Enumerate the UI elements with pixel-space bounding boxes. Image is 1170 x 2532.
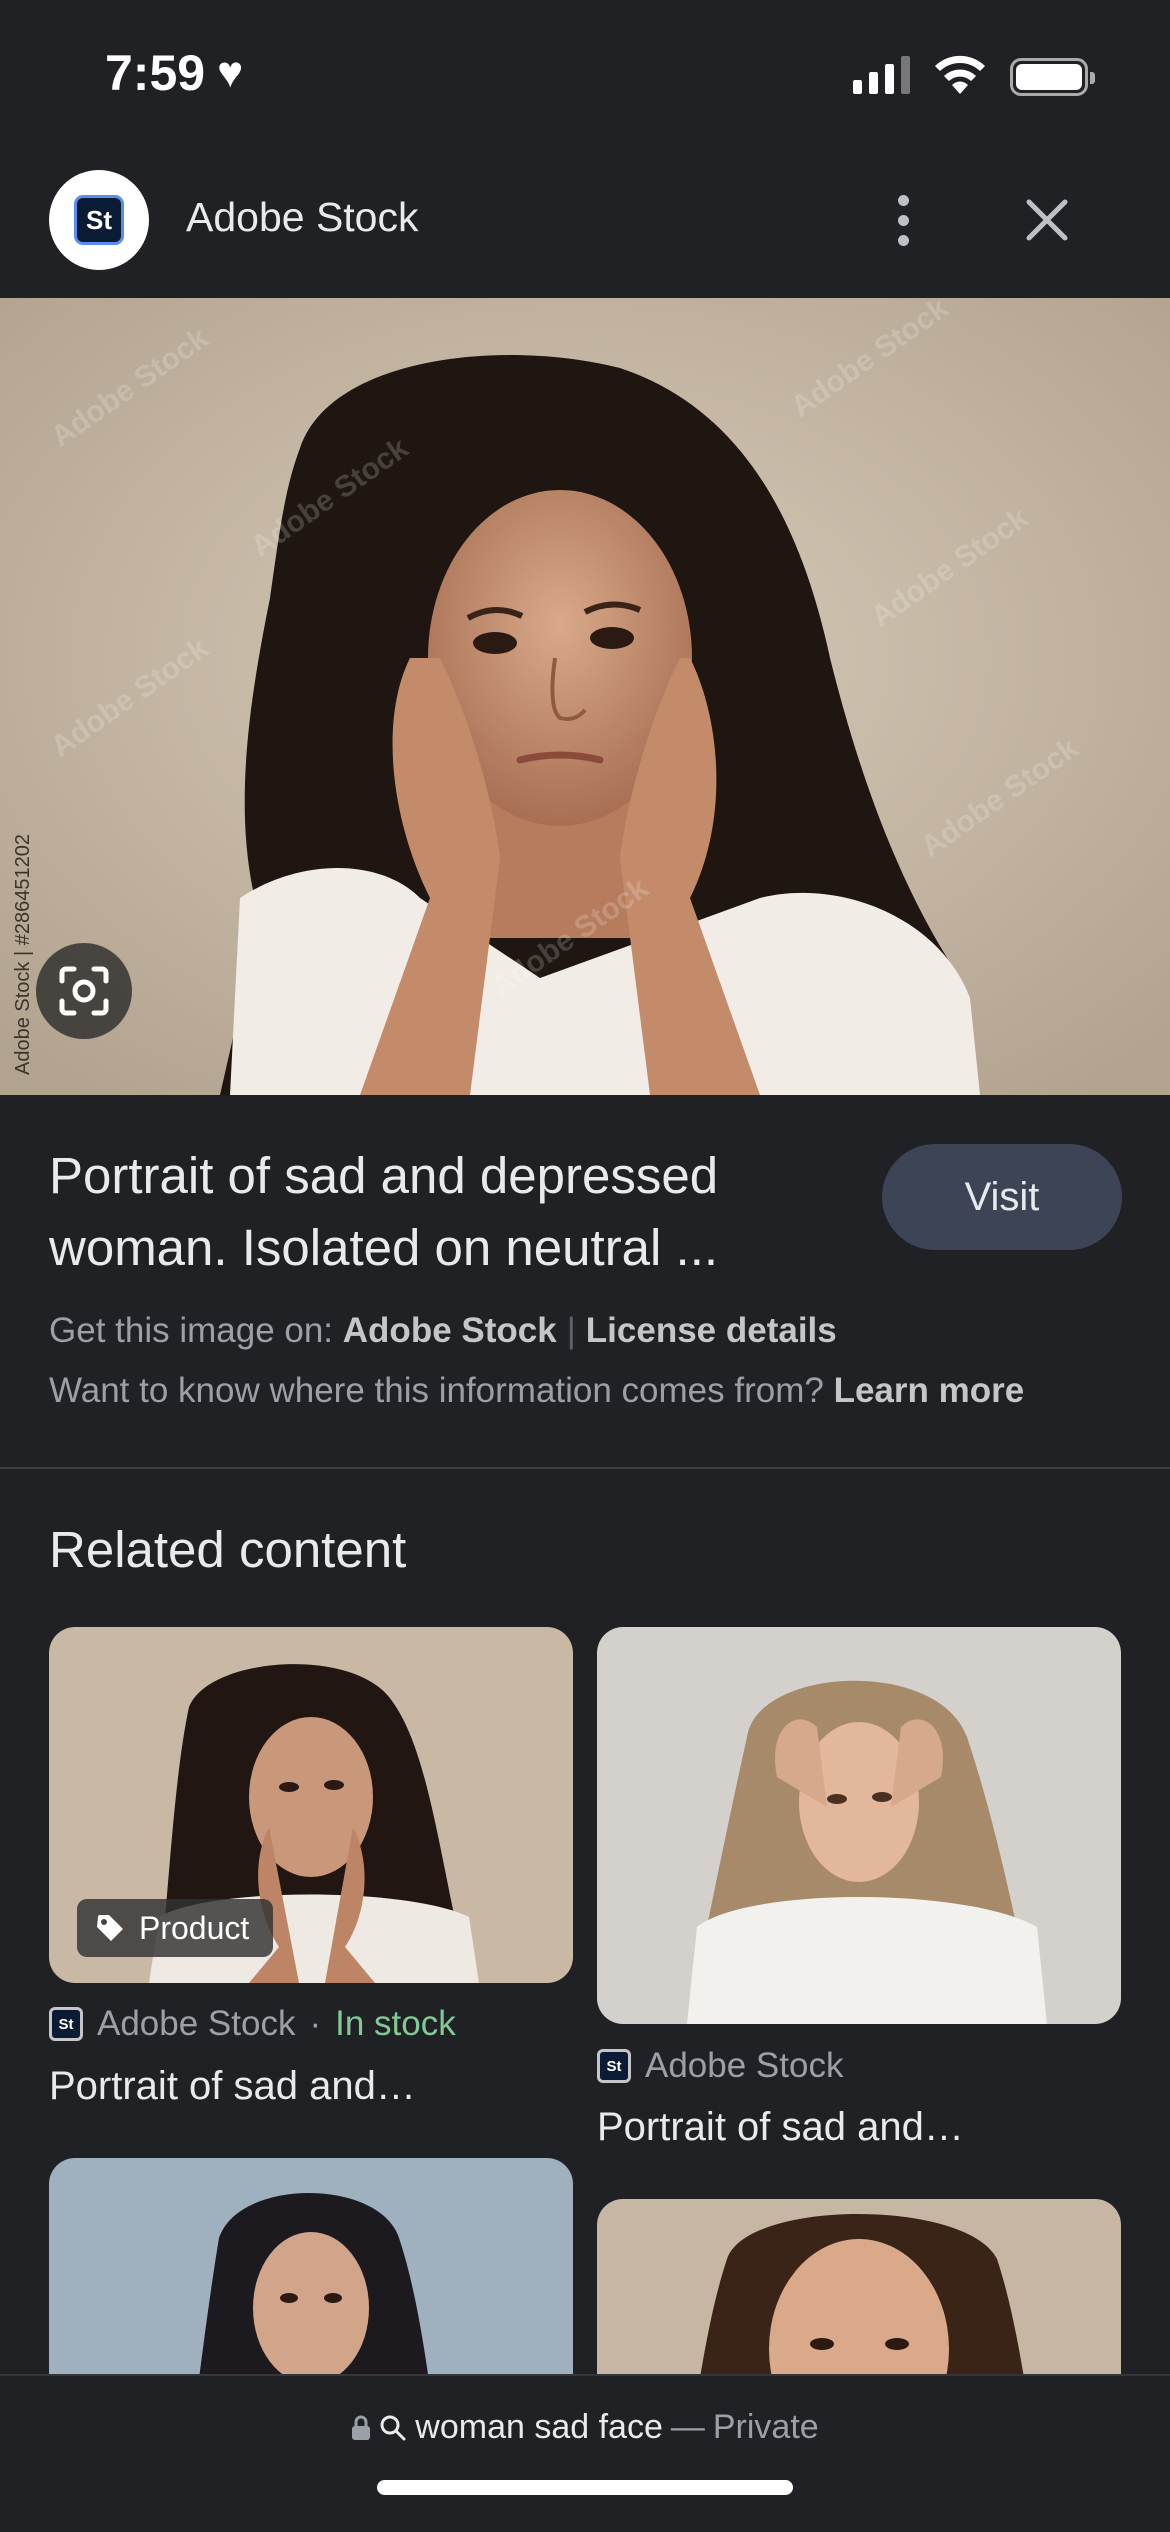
related-card-source-name: Adobe Stock xyxy=(97,2004,296,2043)
stock-status: In stock xyxy=(335,2004,456,2043)
close-icon[interactable] xyxy=(1015,188,1079,252)
learn-more-link[interactable]: Learn more xyxy=(834,1371,1025,1410)
license-details-link[interactable]: License details xyxy=(586,1311,837,1350)
more-options-button[interactable] xyxy=(873,180,933,260)
google-lens-button[interactable] xyxy=(36,943,132,1039)
image-title[interactable]: Portrait of sad and depressed woman. Iso… xyxy=(49,1140,819,1284)
related-card-image[interactable] xyxy=(597,1627,1121,2024)
more-vert-icon xyxy=(897,194,909,206)
source-link[interactable]: Adobe Stock xyxy=(343,1311,557,1350)
query-separator: — xyxy=(670,2408,705,2446)
address-bar-content[interactable]: woman sad face — Private xyxy=(0,2408,1170,2447)
source-line: Get this image on: Adobe Stock | License d… xyxy=(49,1311,837,1351)
tag-icon xyxy=(97,1915,123,1941)
adobe-stock-favicon-icon: St xyxy=(49,2007,83,2041)
product-badge-label: Product xyxy=(139,1909,250,1946)
product-badge: Product xyxy=(77,1899,274,1957)
dot-separator: · xyxy=(309,2004,322,2043)
related-card-source: St Adobe Stock xyxy=(597,2046,843,2086)
lens-icon xyxy=(59,966,109,1016)
status-time: 7:59 ♥ xyxy=(105,44,243,102)
image-credit: Adobe Stock | #286451202 xyxy=(12,834,34,1075)
section-divider xyxy=(0,1467,1170,1469)
wifi-icon xyxy=(935,55,985,94)
heart-icon: ♥ xyxy=(217,48,244,97)
site-name[interactable]: Adobe Stock xyxy=(186,194,419,241)
source-prefix: Get this image on: xyxy=(49,1311,334,1350)
address-bar[interactable]: woman sad face — Private xyxy=(0,2374,1170,2532)
related-card-title[interactable]: Portrait of sad and… xyxy=(597,2105,964,2150)
related-card-image[interactable]: Product xyxy=(49,1627,573,1983)
related-heading: Related content xyxy=(49,1521,407,1578)
search-icon xyxy=(380,2415,406,2440)
status-bar: 7:59 ♥ xyxy=(0,0,1170,160)
battery-icon xyxy=(1010,58,1095,96)
private-mode-label: Private xyxy=(712,2408,819,2446)
lock-icon xyxy=(352,2415,371,2440)
portrait-illustration: Adobe Stock Adobe Stock Adobe Stock Adob… xyxy=(0,298,1170,1095)
related-thumbnail xyxy=(597,1627,1121,2024)
related-card-title[interactable]: Portrait of sad and… xyxy=(49,2064,416,2109)
info-question: Want to know where this information come… xyxy=(49,1371,824,1410)
cellular-signal-icon xyxy=(853,56,910,94)
viewer-header: St Adobe Stock xyxy=(0,160,1170,298)
home-indicator[interactable] xyxy=(377,2480,793,2495)
search-query: woman sad face xyxy=(415,2408,663,2446)
related-card-source-name: Adobe Stock xyxy=(645,2046,844,2085)
divider-bar: | xyxy=(566,1311,576,1350)
site-logo[interactable]: St xyxy=(49,170,149,270)
visit-button[interactable]: Visit xyxy=(882,1144,1122,1250)
info-line: Want to know where this information come… xyxy=(49,1371,1024,1411)
related-card-source: St Adobe Stock · In stock xyxy=(49,2004,456,2044)
clock-text: 7:59 xyxy=(105,45,206,101)
hero-image[interactable]: Adobe Stock Adobe Stock Adobe Stock Adob… xyxy=(0,298,1170,1095)
adobe-stock-logo-icon: St xyxy=(74,195,124,245)
adobe-stock-favicon-icon: St xyxy=(597,2049,631,2083)
